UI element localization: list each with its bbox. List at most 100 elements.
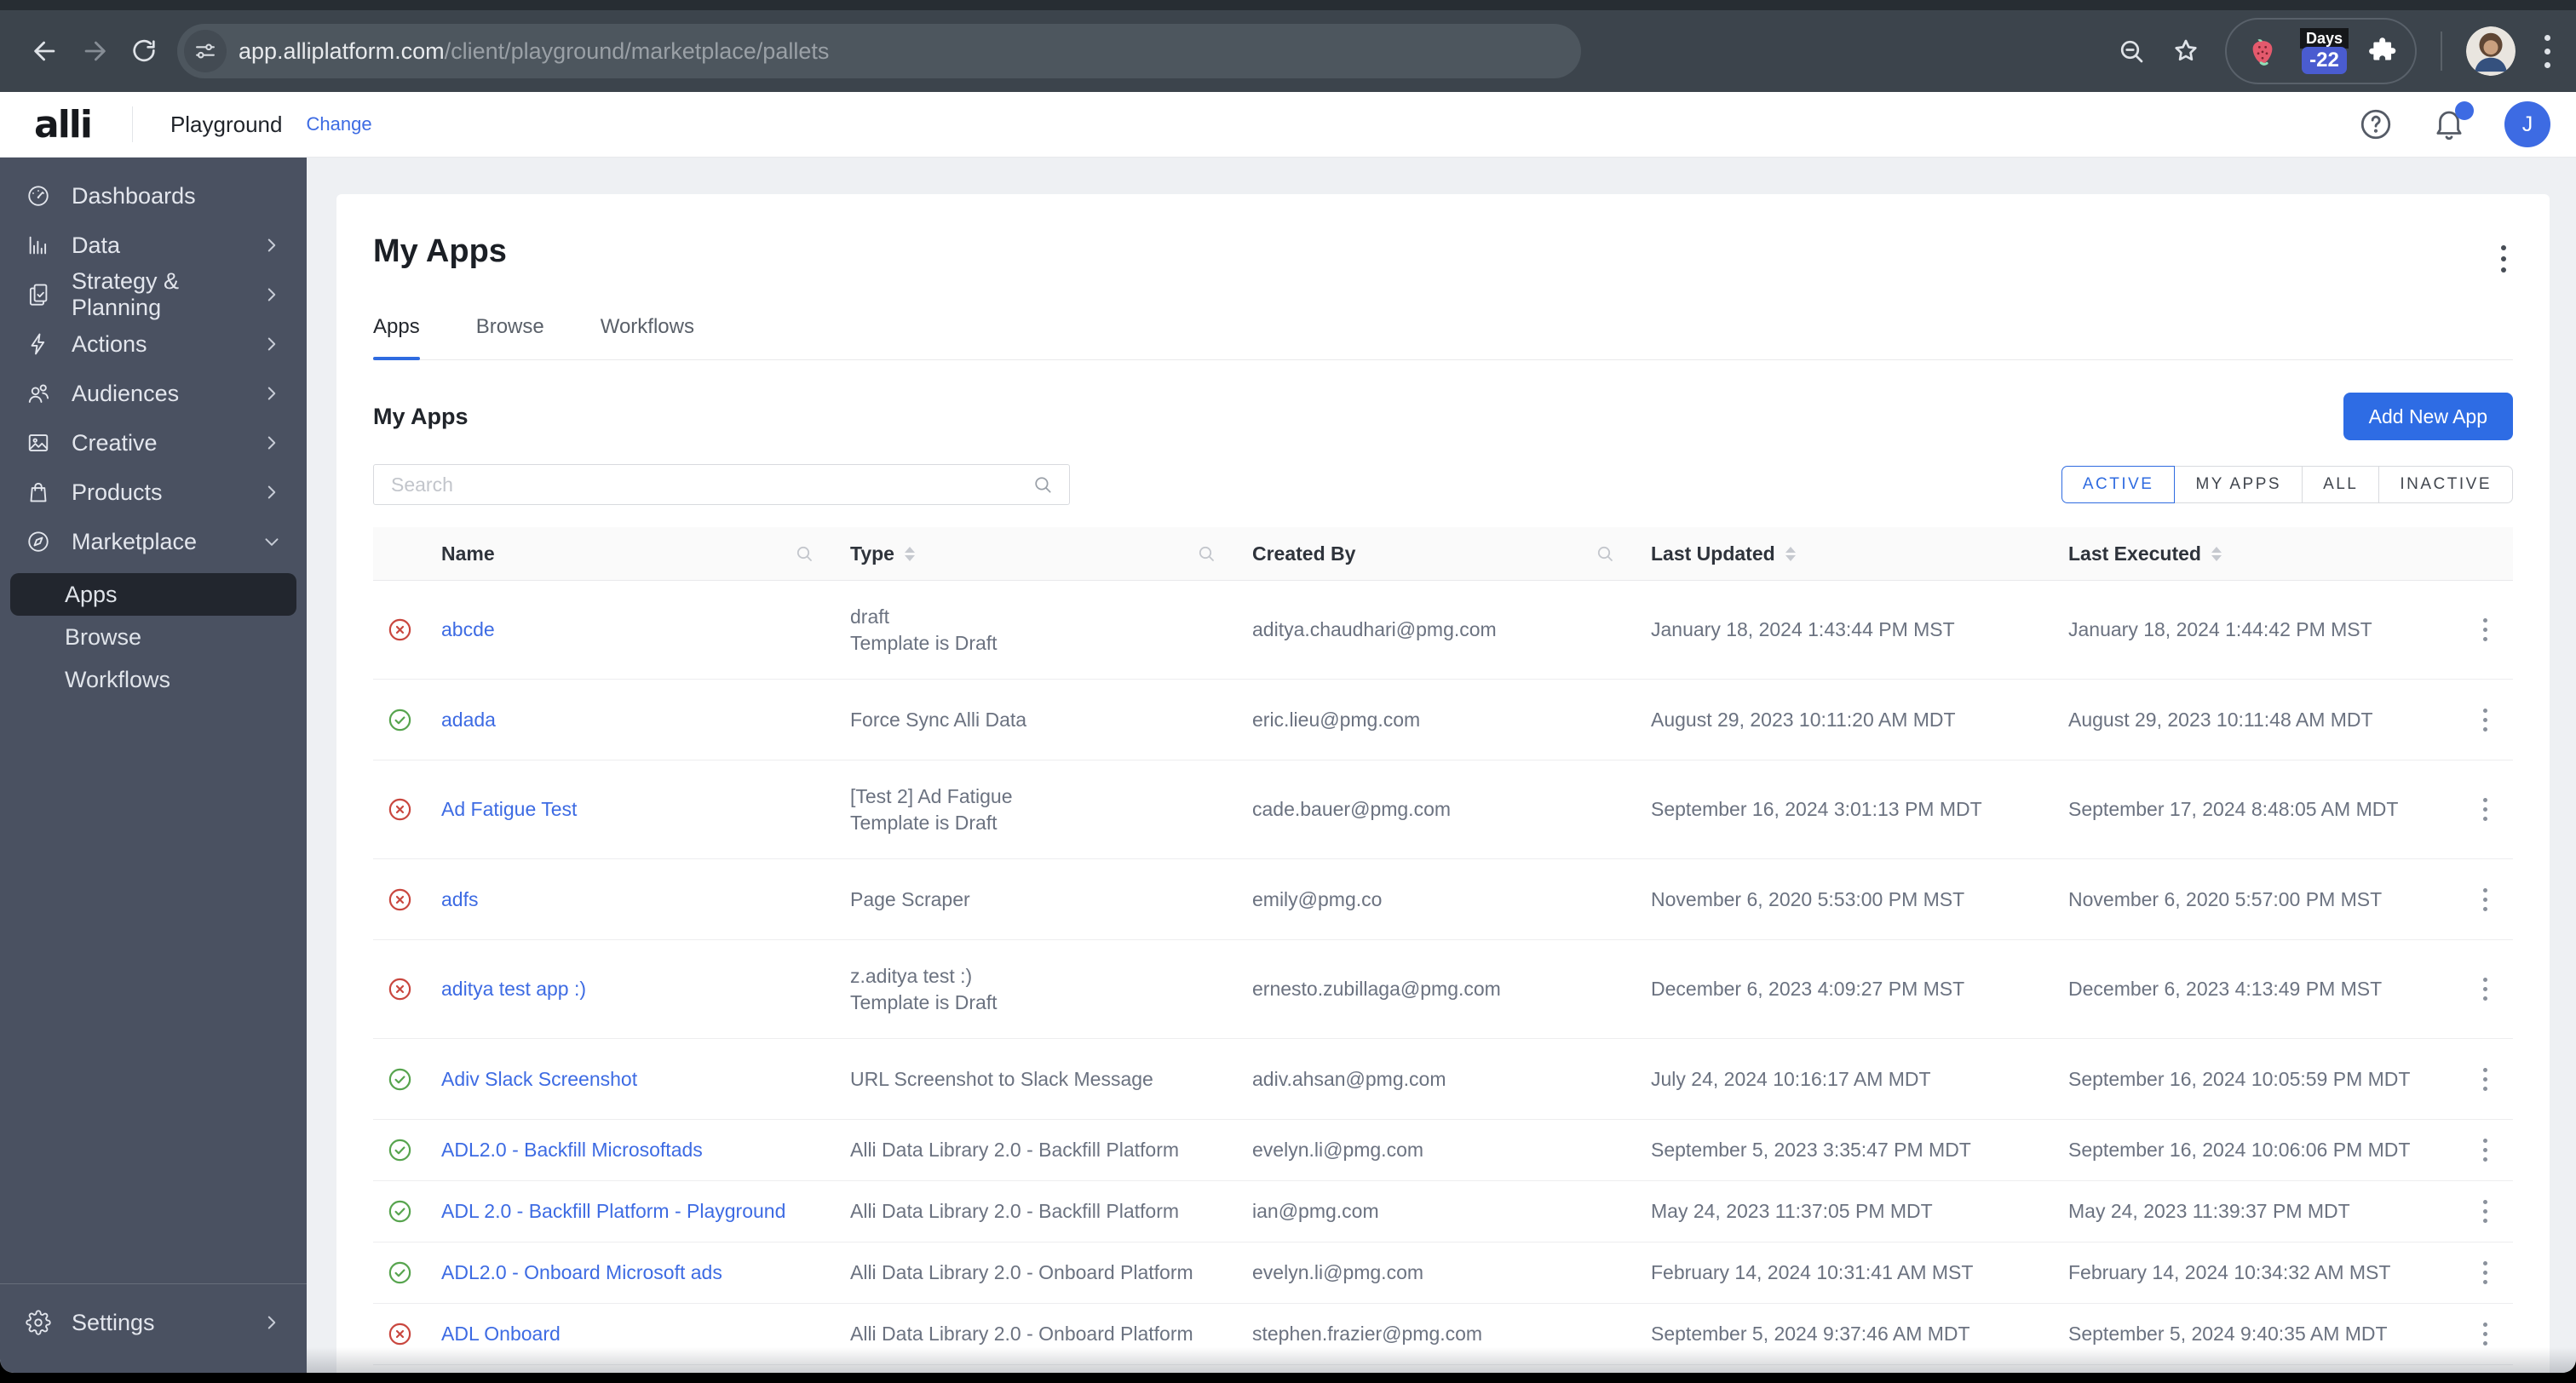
sidebar-nav: Dashboards Data Strategy & Planning Actions… bbox=[0, 171, 307, 704]
sidebar-item-strategy-planning[interactable]: Strategy & Planning bbox=[0, 268, 307, 320]
filter-inactive[interactable]: INACTIVE bbox=[2378, 466, 2513, 503]
sidebar-item-dashboards[interactable]: Dashboards bbox=[0, 171, 307, 221]
workspace-name: Playground bbox=[170, 111, 283, 137]
sidebar-item-audiences[interactable]: Audiences bbox=[0, 369, 307, 418]
notification-badge bbox=[2455, 101, 2474, 120]
sidebar-item-products[interactable]: Products bbox=[0, 468, 307, 517]
table-controls: ACTIVE MY APPS ALL INACTIVE bbox=[373, 464, 2513, 505]
back-icon[interactable] bbox=[20, 26, 70, 76]
sidebar-item-label: Strategy & Planning bbox=[72, 268, 180, 320]
url-text: app.alliplatform.com/client/playground/m… bbox=[239, 38, 829, 65]
bookmark-star-icon[interactable] bbox=[2171, 36, 2201, 66]
sidebar-item-label: Data bbox=[72, 232, 121, 258]
search-input[interactable] bbox=[391, 473, 1032, 496]
browser-chrome: app.alliplatform.com/client/playground/m… bbox=[0, 0, 2576, 92]
row-actions-menu-icon[interactable] bbox=[2476, 881, 2494, 918]
app-name-link[interactable]: aditya test app :) bbox=[441, 978, 586, 1000]
sort-carets-icon[interactable] bbox=[904, 546, 915, 561]
url-bar[interactable]: app.alliplatform.com/client/playground/m… bbox=[177, 24, 1581, 78]
app-name-link[interactable]: abcde bbox=[441, 618, 495, 640]
column-search-icon[interactable] bbox=[1595, 543, 1615, 564]
row-actions-menu-icon[interactable] bbox=[2476, 1254, 2494, 1291]
row-actions-menu-icon[interactable] bbox=[2476, 1193, 2494, 1230]
browser-menu-icon[interactable] bbox=[2539, 30, 2556, 73]
help-icon[interactable] bbox=[2358, 106, 2394, 142]
strawberry-extension-icon[interactable] bbox=[2244, 32, 2281, 70]
created-by-cell: cade.bauer@pmg.com bbox=[1252, 798, 1452, 820]
reload-icon[interactable] bbox=[119, 26, 169, 76]
audiences-icon bbox=[26, 381, 51, 406]
content-area: My Apps Apps Browse Workflows My Apps Add … bbox=[307, 158, 2576, 1373]
app-name-link[interactable]: adfs bbox=[441, 888, 478, 910]
column-label: Name bbox=[441, 542, 495, 565]
card-menu-icon[interactable] bbox=[2494, 238, 2513, 279]
row-actions-menu-icon[interactable] bbox=[2476, 1061, 2494, 1098]
column-label: Created By bbox=[1252, 542, 1356, 565]
days-extension-icon[interactable]: Days -22 bbox=[2299, 28, 2349, 74]
sidebar-subitem-apps[interactable]: Apps bbox=[10, 573, 296, 616]
filter-active[interactable]: ACTIVE bbox=[2061, 466, 2176, 503]
extensions-puzzle-icon[interactable] bbox=[2367, 36, 2398, 66]
table-header-row: Name Type Created By Last Updated Last Execu… bbox=[373, 527, 2513, 581]
column-search-icon[interactable] bbox=[794, 543, 814, 564]
zoom-out-icon[interactable] bbox=[2116, 36, 2147, 66]
sort-carets-icon[interactable] bbox=[2211, 546, 2222, 561]
days-badge-value: -22 bbox=[2302, 47, 2347, 74]
column-status bbox=[373, 527, 426, 580]
app-type-line: Alli Data Library 2.0 - Backfill Platfor… bbox=[850, 1200, 1180, 1222]
add-new-app-button[interactable]: Add New App bbox=[2343, 393, 2513, 440]
filter-label: INACTIVE bbox=[2400, 475, 2492, 493]
last-executed-cell: February 14, 2024 10:34:32 AM MST bbox=[2068, 1261, 2391, 1283]
search-icon[interactable] bbox=[1032, 473, 1054, 496]
browser-toolbar: app.alliplatform.com/client/playground/m… bbox=[0, 10, 2576, 92]
sidebar-item-label: Creative bbox=[72, 429, 158, 456]
tab-browse[interactable]: Browse bbox=[476, 315, 544, 359]
app-name-link[interactable]: adada bbox=[441, 709, 496, 731]
sort-carets-icon[interactable] bbox=[1785, 546, 1796, 561]
sidebar-item-marketplace[interactable]: Marketplace bbox=[0, 517, 307, 566]
sidebar-subitem-browse[interactable]: Browse bbox=[10, 616, 296, 658]
app-name-link[interactable]: Ad Fatigue Test bbox=[441, 798, 577, 820]
forward-icon[interactable] bbox=[70, 26, 119, 76]
site-settings-icon[interactable] bbox=[184, 30, 227, 72]
app-name-link[interactable]: ADL 2.0 - Backfill Platform - Playground bbox=[441, 1200, 785, 1222]
last-executed-cell: September 16, 2024 10:05:59 PM MDT bbox=[2068, 1067, 2411, 1090]
row-actions-menu-icon[interactable] bbox=[2476, 611, 2494, 648]
creative-icon bbox=[26, 430, 51, 456]
row-actions-menu-icon[interactable] bbox=[2476, 702, 2494, 738]
filter-all[interactable]: ALL bbox=[2302, 466, 2380, 503]
sidebar-item-creative[interactable]: Creative bbox=[0, 418, 307, 468]
last-executed-cell: September 16, 2024 10:06:06 PM MDT bbox=[2068, 1139, 2411, 1161]
row-actions-menu-icon[interactable] bbox=[2476, 1132, 2494, 1168]
change-workspace-link[interactable]: Change bbox=[306, 113, 371, 135]
sidebar-item-data[interactable]: Data bbox=[0, 221, 307, 270]
filter-my-apps[interactable]: MY APPS bbox=[2174, 466, 2303, 503]
tab-apps[interactable]: Apps bbox=[373, 315, 420, 360]
sidebar-item-label: Audiences bbox=[72, 380, 180, 406]
row-actions-menu-icon[interactable] bbox=[2476, 791, 2494, 828]
app-name-link[interactable]: ADL Onboard bbox=[441, 1323, 561, 1345]
user-avatar[interactable]: J bbox=[2504, 101, 2550, 147]
sidebar-subitem-workflows[interactable]: Workflows bbox=[10, 658, 296, 701]
status-filter-group: ACTIVE MY APPS ALL INACTIVE bbox=[2061, 466, 2513, 503]
notifications-bell-icon[interactable] bbox=[2431, 101, 2474, 142]
app-name-link[interactable]: ADL2.0 - Onboard Microsoft ads bbox=[441, 1261, 722, 1283]
status-error-icon bbox=[373, 887, 426, 913]
sidebar-item-label: Products bbox=[72, 479, 163, 505]
tab-workflows[interactable]: Workflows bbox=[601, 315, 694, 359]
app-type-cell: Alli Data Library 2.0 - Onboard Platform bbox=[835, 1251, 1237, 1294]
browser-profile-avatar[interactable] bbox=[2466, 26, 2516, 76]
last-executed-cell: November 6, 2020 5:57:00 PM MST bbox=[2068, 887, 2383, 910]
column-search-icon[interactable] bbox=[1196, 543, 1216, 564]
status-error-icon bbox=[373, 617, 426, 643]
table-row: Ad Fatigue Test [Test 2] Ad Fatigue Templa… bbox=[373, 760, 2513, 859]
app-name-link[interactable]: ADL2.0 - Backfill Microsoftads bbox=[441, 1139, 703, 1161]
app-name-link[interactable]: Adiv Slack Screenshot bbox=[441, 1068, 637, 1090]
sidebar-item-actions[interactable]: Actions bbox=[0, 319, 307, 369]
last-updated-cell: August 29, 2023 10:11:20 AM MDT bbox=[1651, 708, 1956, 731]
row-actions-menu-icon[interactable] bbox=[2476, 971, 2494, 1007]
app-type-line: Force Sync Alli Data bbox=[850, 708, 1027, 731]
sidebar-item-settings[interactable]: Settings bbox=[0, 1298, 307, 1347]
last-executed-cell: August 29, 2023 10:11:48 AM MDT bbox=[2068, 708, 2373, 731]
